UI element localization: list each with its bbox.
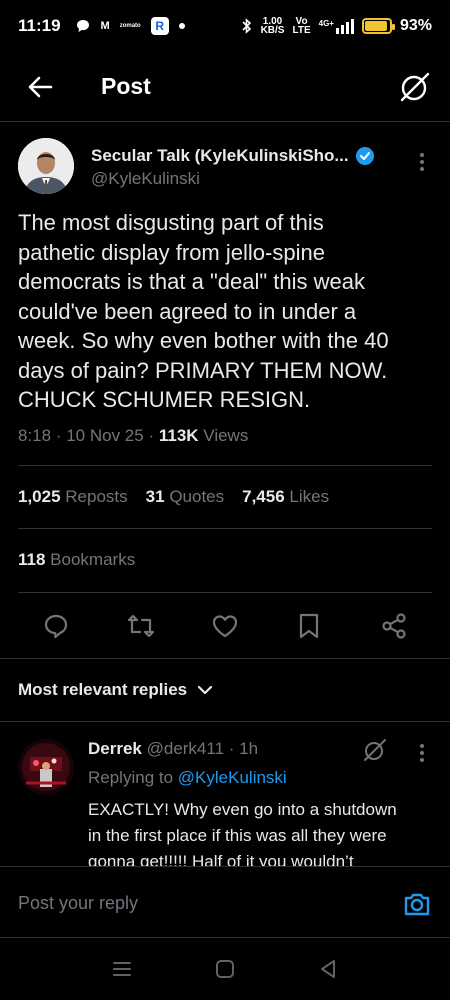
reply-input[interactable]: Post your reply (18, 893, 138, 914)
system-icons: 1.00 KB/S Vo LTE 4G+ 93% (241, 16, 432, 36)
post-text: The most disgusting part of this patheti… (18, 210, 389, 412)
reply-text: EXACTLY! Why even go into a shutdown in … (88, 800, 397, 869)
reply-author-name[interactable]: Derrek (88, 739, 142, 758)
more-notifications-dot-icon (178, 23, 185, 29)
header: Post (0, 52, 450, 122)
bookmark-icon (300, 613, 319, 639)
quotes-stat[interactable]: 31 Quotes (146, 487, 224, 507)
more-options-icon[interactable] (412, 741, 432, 765)
menu-button[interactable] (107, 954, 137, 984)
like-button[interactable] (208, 609, 242, 643)
reply-item[interactable]: Derrek @derk411 · 1h Replying to @KyleKu… (18, 735, 432, 869)
divider (18, 592, 432, 593)
divider (18, 528, 432, 529)
reposts-stat[interactable]: 1,025 Reposts (18, 487, 128, 507)
home-button[interactable] (210, 954, 240, 984)
post-time: 8:18 (18, 426, 52, 445)
bluetooth-icon (241, 18, 251, 34)
mention-link[interactable]: @KyleKulinski (178, 768, 287, 787)
verified-badge-icon (355, 147, 374, 165)
status-bar: 11:19 M zomato R 1.00 KB/S Vo LTE 4G+ 93… (0, 0, 450, 52)
author-name[interactable]: Secular Talk (KyleKulinskiSho... (91, 146, 375, 166)
grok-icon[interactable] (362, 737, 388, 763)
reply-author-photo (18, 739, 74, 795)
author-handle[interactable]: @KyleKulinski (91, 169, 200, 189)
author-photo (18, 138, 74, 194)
sort-label: Most relevant replies (18, 680, 188, 699)
home-square-icon (215, 960, 234, 978)
like-icon (212, 615, 238, 638)
reply-header: Derrek @derk411 · 1h (88, 739, 259, 758)
divider (0, 658, 450, 659)
reply-composer: Post your reply (0, 866, 450, 938)
app-r-icon: R (150, 17, 169, 35)
reply-age: 1h (239, 739, 259, 758)
volte-indicator: Vo LTE (292, 16, 311, 36)
battery-level (364, 21, 388, 31)
back-triangle-icon (321, 960, 336, 978)
views-count: 113K (158, 426, 199, 445)
post-date: 10 Nov 25 (66, 426, 144, 445)
bookmark-button[interactable] (292, 609, 326, 643)
arrow-left-icon (28, 76, 53, 97)
message-bubble-icon (76, 20, 89, 32)
share-button[interactable] (377, 609, 411, 643)
avatar[interactable] (18, 739, 74, 795)
network-speed: 1.00 KB/S (260, 16, 285, 36)
divider (0, 721, 450, 722)
page-title: Post (101, 73, 151, 99)
gmail-icon: M (100, 20, 110, 32)
camera-icon[interactable] (402, 889, 432, 919)
system-navigation-bar (0, 938, 450, 1000)
chevron-down-icon (198, 685, 213, 695)
engagement-stats: 1,025 Reposts 31 Quotes 7,456 Likes (18, 487, 329, 507)
notification-icons: M zomato R (75, 17, 185, 35)
likes-stat[interactable]: 7,456 Likes (242, 487, 329, 507)
battery-icon (361, 18, 395, 34)
avatar[interactable] (18, 138, 74, 194)
share-icon (382, 613, 406, 639)
reply-author-handle[interactable]: @derk411 (147, 739, 224, 758)
replying-to: Replying to @KyleKulinski (88, 768, 287, 787)
divider (18, 465, 432, 466)
post-meta: 8:18 · 10 Nov 25 · 113K Views (18, 426, 249, 445)
action-bar (0, 604, 450, 648)
back-button[interactable] (0, 52, 80, 122)
back-nav-button[interactable] (313, 954, 343, 984)
reply-icon (45, 614, 68, 639)
menu-icon (112, 962, 131, 976)
views-label[interactable]: Views (203, 426, 248, 445)
grok-icon[interactable] (398, 70, 432, 104)
repost-icon (127, 614, 154, 638)
signal-icon: 4G+ (319, 18, 354, 34)
zomato-icon: zomato (119, 23, 141, 29)
reply-button[interactable] (39, 609, 73, 643)
more-options-icon[interactable] (412, 150, 432, 174)
post-author: Secular Talk (KyleKulinskiSho... @KyleKu… (18, 138, 432, 198)
replies-sort-dropdown[interactable]: Most relevant replies (18, 680, 213, 700)
status-time: 11:19 (18, 16, 61, 35)
bookmarks-stat[interactable]: 118 Bookmarks (18, 550, 135, 570)
repost-button[interactable] (124, 609, 158, 643)
battery-percentage: 93% (399, 17, 432, 34)
